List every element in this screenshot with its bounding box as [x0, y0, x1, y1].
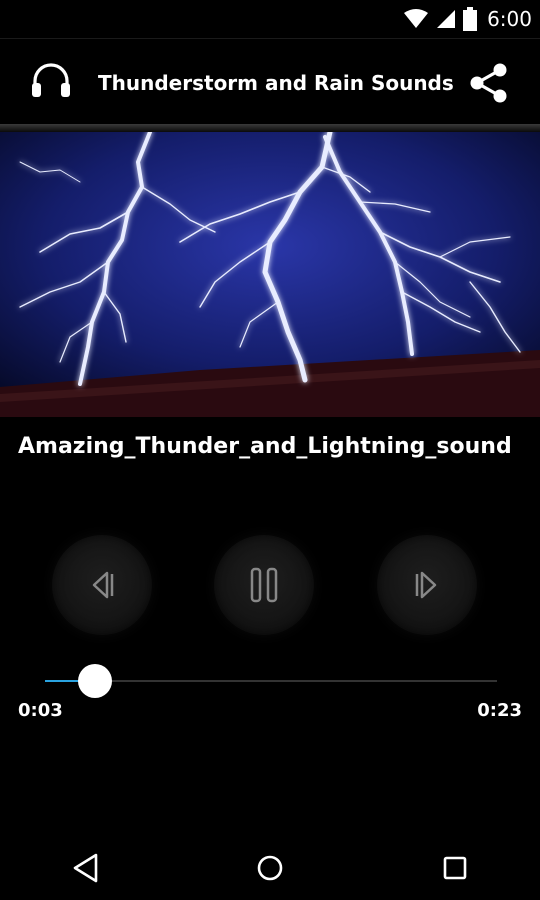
- next-icon: [415, 571, 437, 599]
- home-icon[interactable]: [252, 850, 288, 886]
- time-elapsed: 0:03: [18, 700, 63, 721]
- battery-icon: [463, 7, 478, 31]
- pause-icon: [250, 567, 278, 603]
- headphones-icon[interactable]: [30, 63, 72, 101]
- previous-button[interactable]: [52, 535, 152, 635]
- track-title: Amazing_Thunder_and_Lightning_sound: [18, 434, 512, 459]
- share-icon[interactable]: [466, 61, 510, 105]
- seek-thumb[interactable]: [77, 664, 112, 698]
- time-total: 0:23: [477, 700, 522, 721]
- lightning-image: [0, 132, 540, 417]
- navigation-bar: [0, 830, 540, 900]
- wifi-icon: [404, 9, 429, 28]
- status-bar: 6:00: [0, 0, 540, 38]
- back-icon[interactable]: [68, 850, 104, 886]
- next-button[interactable]: [377, 535, 477, 635]
- app-bar: Thunderstorm and Rain Sounds: [0, 38, 540, 125]
- album-artwork: [0, 132, 540, 417]
- status-icons: 6:00: [403, 6, 532, 32]
- recents-icon[interactable]: [437, 850, 473, 886]
- status-time: 6:00: [487, 7, 532, 31]
- seek-bar[interactable]: [45, 664, 497, 698]
- app-title: Thunderstorm and Rain Sounds: [98, 71, 454, 95]
- app-bar-divider: [0, 124, 540, 132]
- previous-icon: [92, 571, 114, 599]
- signal-icon: [437, 10, 456, 28]
- pause-button[interactable]: [214, 535, 314, 635]
